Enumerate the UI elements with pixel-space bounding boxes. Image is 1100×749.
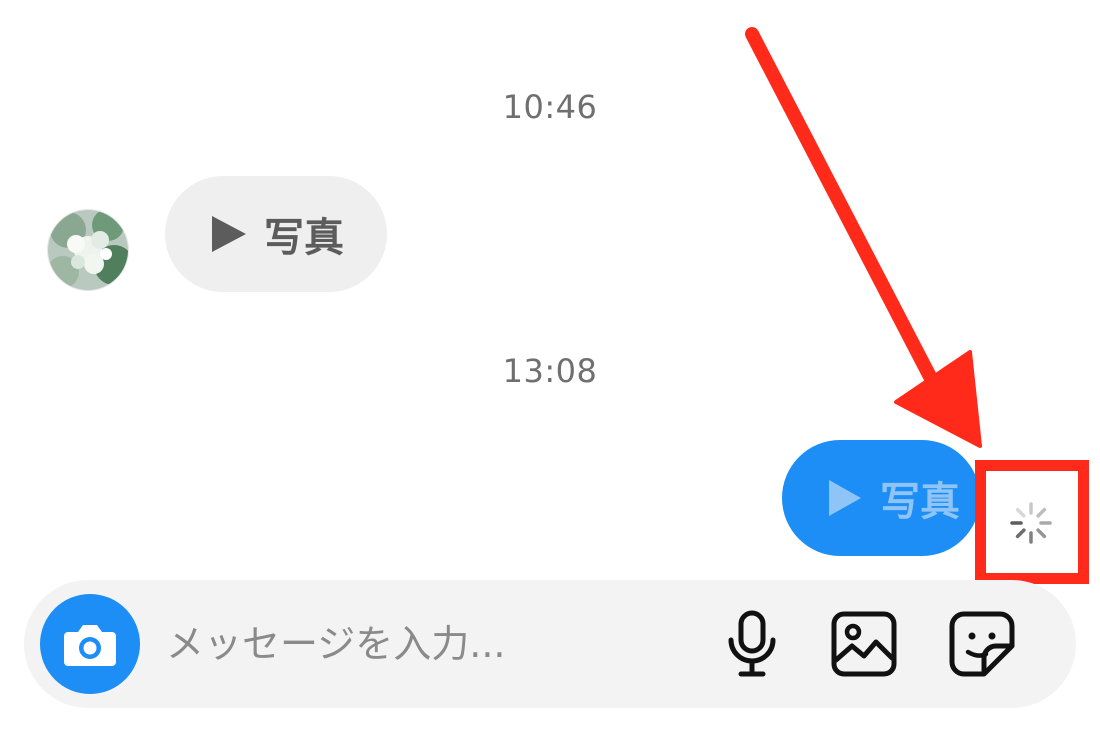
annotation-highlight-box <box>975 460 1089 584</box>
sticker-button[interactable] <box>946 608 1018 680</box>
play-icon <box>212 216 246 252</box>
timestamp: 13:08 <box>502 352 598 390</box>
camera-icon <box>64 625 116 666</box>
outgoing-photo-message[interactable]: 写真 <box>782 440 980 556</box>
message-label: 写真 <box>880 479 960 525</box>
image-gallery-icon <box>831 611 897 677</box>
microphone-icon <box>728 610 776 677</box>
camera-button[interactable] <box>40 594 140 694</box>
message-label: 写真 <box>264 215 344 261</box>
avatar-photo <box>48 210 128 290</box>
sticker-icon <box>949 611 1015 677</box>
avatar[interactable] <box>48 210 128 290</box>
image-gallery-button[interactable] <box>828 608 900 680</box>
play-icon <box>829 480 861 516</box>
timestamp: 10:46 <box>502 88 598 126</box>
microphone-button[interactable] <box>716 608 788 680</box>
incoming-photo-message[interactable]: 写真 <box>165 176 387 292</box>
message-input[interactable] <box>166 616 686 672</box>
